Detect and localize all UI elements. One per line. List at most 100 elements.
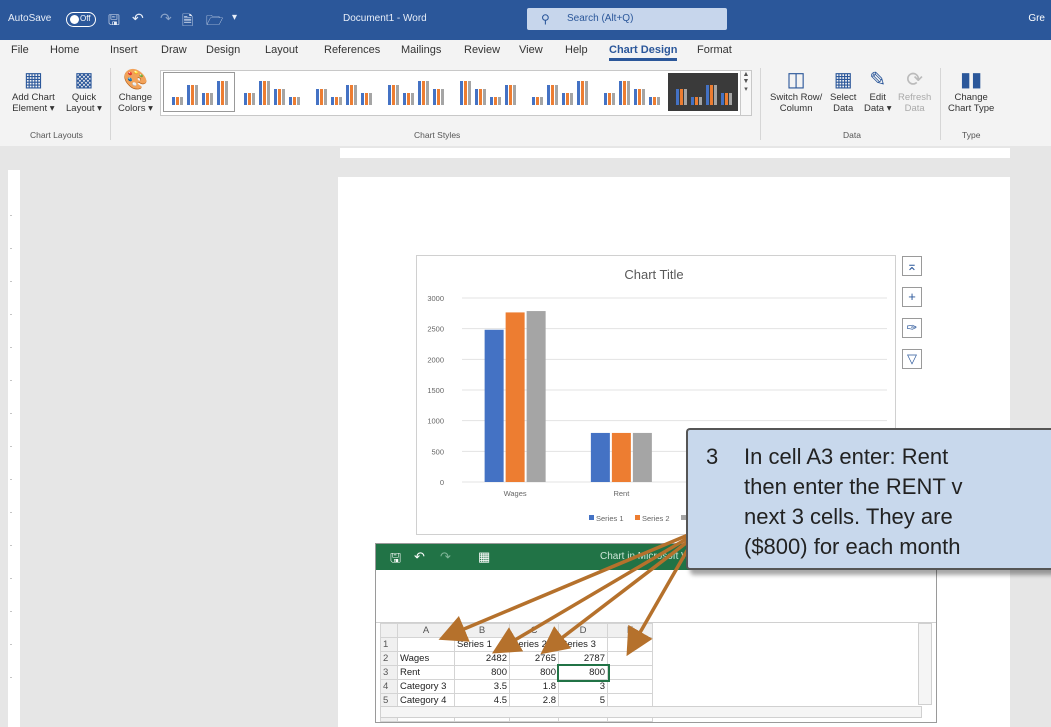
callout-line-3: next 3 cells. They are	[744, 504, 953, 529]
search-box[interactable]: ⚲ Search (Alt+Q)	[527, 8, 727, 30]
thumbnail-bar	[350, 85, 353, 105]
chart-data-sheet-window[interactable]: 🖫 ↶ ↷ ▦ Chart in Microsoft Word A B C D E 1 Se…	[375, 543, 937, 723]
open-folder-icon[interactable]: 🗁	[206, 10, 223, 34]
grid-cell[interactable]	[607, 637, 653, 652]
grid-cell[interactable]: 2482	[454, 651, 510, 666]
ruler-tick: -	[10, 576, 12, 582]
thumbnail-bar	[392, 85, 395, 105]
tab-mailings[interactable]: Mailings	[401, 44, 441, 56]
user-name[interactable]: Gre	[1028, 13, 1045, 24]
grid-cell[interactable]	[607, 679, 653, 694]
grid-cell[interactable]	[607, 665, 653, 680]
thumbnail-bar	[475, 89, 478, 105]
column-header[interactable]: C	[509, 623, 559, 638]
thumbnail-bar	[176, 97, 179, 105]
chart-style-thumbnail[interactable]	[452, 73, 522, 111]
grid-cell[interactable]	[397, 637, 455, 652]
thumbnail-bar	[339, 97, 342, 105]
grid-cell[interactable]: Series 3	[558, 637, 608, 652]
grid-cell[interactable]: Category 3	[397, 679, 455, 694]
switch-row-column-button[interactable]: ◫ Switch Row/ Column	[770, 68, 822, 114]
switch-row-column-icon: ◫	[786, 69, 806, 91]
tab-layout[interactable]: Layout	[265, 44, 298, 56]
grid-cell[interactable]: Rent	[397, 665, 455, 680]
tab-home[interactable]: Home	[50, 44, 79, 56]
thumbnail-bar	[494, 97, 497, 105]
grid-cell[interactable]: 3	[558, 679, 608, 694]
table-row: 2 Wages 2482 2765 2787	[380, 651, 653, 666]
chart-style-thumbnail[interactable]	[596, 73, 666, 111]
grid-cell[interactable]: 2787	[558, 651, 608, 666]
autosave-toggle[interactable]: Off	[66, 12, 96, 27]
change-colors-button[interactable]: 🎨 Change Colors ▾	[118, 68, 153, 114]
chart-styles-gallery[interactable]: ▲ ▼ ▾	[160, 70, 752, 116]
row-header[interactable]: 4	[380, 679, 398, 694]
layout-options-icon[interactable]: ⌅	[902, 256, 922, 276]
column-header[interactable]	[380, 623, 398, 638]
grid-cell[interactable]	[607, 651, 653, 666]
select-data-button[interactable]: ▦ Select Data	[830, 68, 856, 114]
tab-file[interactable]: File	[11, 44, 29, 56]
edit-data-button[interactable]: ✎ Edit Data ▾	[864, 68, 891, 114]
undo-icon[interactable]: ↶	[132, 10, 144, 27]
column-header[interactable]: E	[607, 623, 653, 638]
row-header[interactable]: 2	[380, 651, 398, 666]
redo-icon[interactable]: ↷	[160, 10, 172, 27]
quick-layout-button[interactable]: ▩ Quick Layout ▾	[66, 68, 102, 114]
ribbon-tabs: File Home Insert Draw Design Layout Refe…	[0, 40, 1051, 62]
tab-draw[interactable]: Draw	[161, 44, 187, 56]
sheet-save-icon[interactable]: 🖫	[390, 549, 401, 571]
quick-layout-label-1: Quick	[71, 92, 97, 103]
grid-cell[interactable]: Series 2	[509, 637, 559, 652]
vertical-ruler[interactable]: - - - - - - - - - - - - - - -	[8, 170, 20, 727]
tab-format[interactable]: Format	[697, 44, 732, 56]
new-document-icon[interactable]: 🗎	[182, 10, 193, 34]
chart-style-thumbnail[interactable]	[308, 73, 378, 111]
add-chart-element-button[interactable]: ▦ Add Chart Element ▾	[12, 68, 55, 114]
grid-cell[interactable]: Series 1	[454, 637, 510, 652]
tab-references[interactable]: References	[324, 44, 380, 56]
tab-chart-design[interactable]: Chart Design	[609, 44, 678, 61]
thumbnail-bar	[388, 85, 391, 105]
tab-design[interactable]: Design	[206, 44, 240, 56]
chart-filters-icon[interactable]: ▽	[902, 349, 922, 369]
grid-cell[interactable]: 800	[509, 665, 559, 680]
grid-cell[interactable]: 2765	[509, 651, 559, 666]
chart-style-thumbnail[interactable]	[163, 72, 235, 112]
customize-qat-icon[interactable]: ▾	[232, 12, 237, 23]
chart-style-thumbnail[interactable]	[380, 73, 450, 111]
horizontal-ruler[interactable]	[0, 146, 1051, 160]
sheet-undo-icon[interactable]: ↶	[414, 549, 425, 565]
refresh-data-button[interactable]: ⟳ Refresh Data	[898, 68, 931, 114]
grid-cell[interactable]: 1.8	[509, 679, 559, 694]
row-header[interactable]: 1	[380, 637, 398, 652]
grid-cell[interactable]: 3.5	[454, 679, 510, 694]
edit-in-excel-icon[interactable]: ▦	[478, 549, 490, 565]
tab-review[interactable]: Review	[464, 44, 500, 56]
chart-elements-plus-icon[interactable]: +	[902, 287, 922, 307]
change-colors-label-2: Colors ▾	[118, 103, 153, 114]
chart-styles-brush-icon[interactable]: ✑	[902, 318, 922, 338]
column-header[interactable]: B	[454, 623, 510, 638]
tab-insert[interactable]: Insert	[110, 44, 138, 56]
horizontal-scrollbar[interactable]	[380, 706, 922, 718]
thumbnail-bar	[634, 89, 637, 105]
column-header[interactable]: D	[558, 623, 608, 638]
row-header[interactable]: 3	[380, 665, 398, 680]
chart-style-thumbnail[interactable]	[236, 73, 306, 111]
quick-layout-label-2: Layout ▾	[66, 103, 102, 114]
save-icon[interactable]: 🖫	[108, 10, 120, 34]
change-chart-type-button[interactable]: ▮▮ Change Chart Type	[948, 68, 994, 114]
column-header[interactable]: A	[397, 623, 455, 638]
gallery-scroll[interactable]: ▲ ▼ ▾	[740, 71, 751, 115]
tab-help[interactable]: Help	[565, 44, 588, 56]
grid-cell[interactable]: 800	[454, 665, 510, 680]
grid-cell[interactable]: Wages	[397, 651, 455, 666]
vertical-scrollbar[interactable]	[918, 623, 932, 705]
tab-view[interactable]: View	[519, 44, 543, 56]
sheet-redo-icon[interactable]: ↷	[440, 549, 451, 565]
chart-style-thumbnail[interactable]	[668, 73, 738, 111]
chart-style-thumbnail[interactable]	[524, 73, 594, 111]
grid-cell[interactable]: 800	[556, 663, 610, 682]
thumbnail-bar	[577, 81, 580, 105]
